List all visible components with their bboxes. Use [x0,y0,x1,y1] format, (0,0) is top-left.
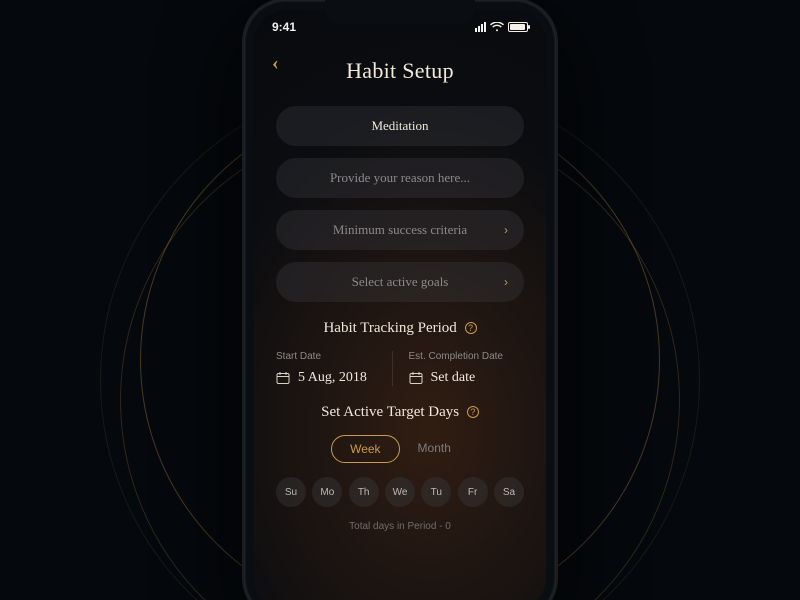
device-notch [325,0,475,24]
success-criteria-label: Minimum success criteria [333,222,467,238]
calendar-icon [276,371,290,385]
back-button[interactable]: ‹ [272,52,279,75]
help-icon[interactable]: ? [467,406,479,418]
segment-week[interactable]: Week [331,435,399,463]
day-su[interactable]: Su [276,477,306,507]
chevron-right-icon: › [504,223,508,237]
start-date-value: 5 Aug, 2018 [298,370,367,386]
screen: 9:41 ‹ Habit Setup Meditation Provide yo… [254,10,546,600]
signal-icon [475,22,486,32]
habit-name-input[interactable]: Meditation [276,106,524,146]
page-title: Habit Setup [276,58,524,84]
status-time: 9:41 [272,20,296,34]
success-criteria-row[interactable]: Minimum success criteria › [276,210,524,250]
start-date-field[interactable]: Start Date 5 Aug, 2018 [276,351,392,386]
total-days-note: Total days in Period - 0 [276,521,524,532]
chevron-right-icon: › [504,275,508,289]
day-th[interactable]: Th [349,477,379,507]
day-mo[interactable]: Mo [312,477,342,507]
day-selector: Su Mo Th We Tu Fr Sa [276,477,524,507]
day-fr[interactable]: Fr [458,477,488,507]
period-segment: Week Month [276,435,524,463]
day-sa[interactable]: Sa [494,477,524,507]
start-date-label: Start Date [276,351,392,362]
tracking-heading: Habit Tracking Period ? [276,320,524,337]
end-date-value: Set date [431,370,476,386]
day-tu[interactable]: Tu [421,477,451,507]
habit-name-value: Meditation [371,118,428,134]
wifi-icon [490,22,504,32]
battery-icon [508,22,528,32]
calendar-icon [409,371,423,385]
reason-input[interactable]: Provide your reason here... [276,158,524,198]
segment-month[interactable]: Month [400,435,469,463]
reason-placeholder: Provide your reason here... [330,170,470,186]
end-date-field[interactable]: Est. Completion Date Set date [392,351,525,386]
target-days-heading: Set Active Target Days ? [276,404,524,421]
end-date-label: Est. Completion Date [409,351,525,362]
help-icon[interactable]: ? [465,322,477,334]
active-goals-label: Select active goals [352,274,449,290]
day-we[interactable]: We [385,477,415,507]
active-goals-row[interactable]: Select active goals › [276,262,524,302]
phone-frame: 9:41 ‹ Habit Setup Meditation Provide yo… [244,0,556,600]
